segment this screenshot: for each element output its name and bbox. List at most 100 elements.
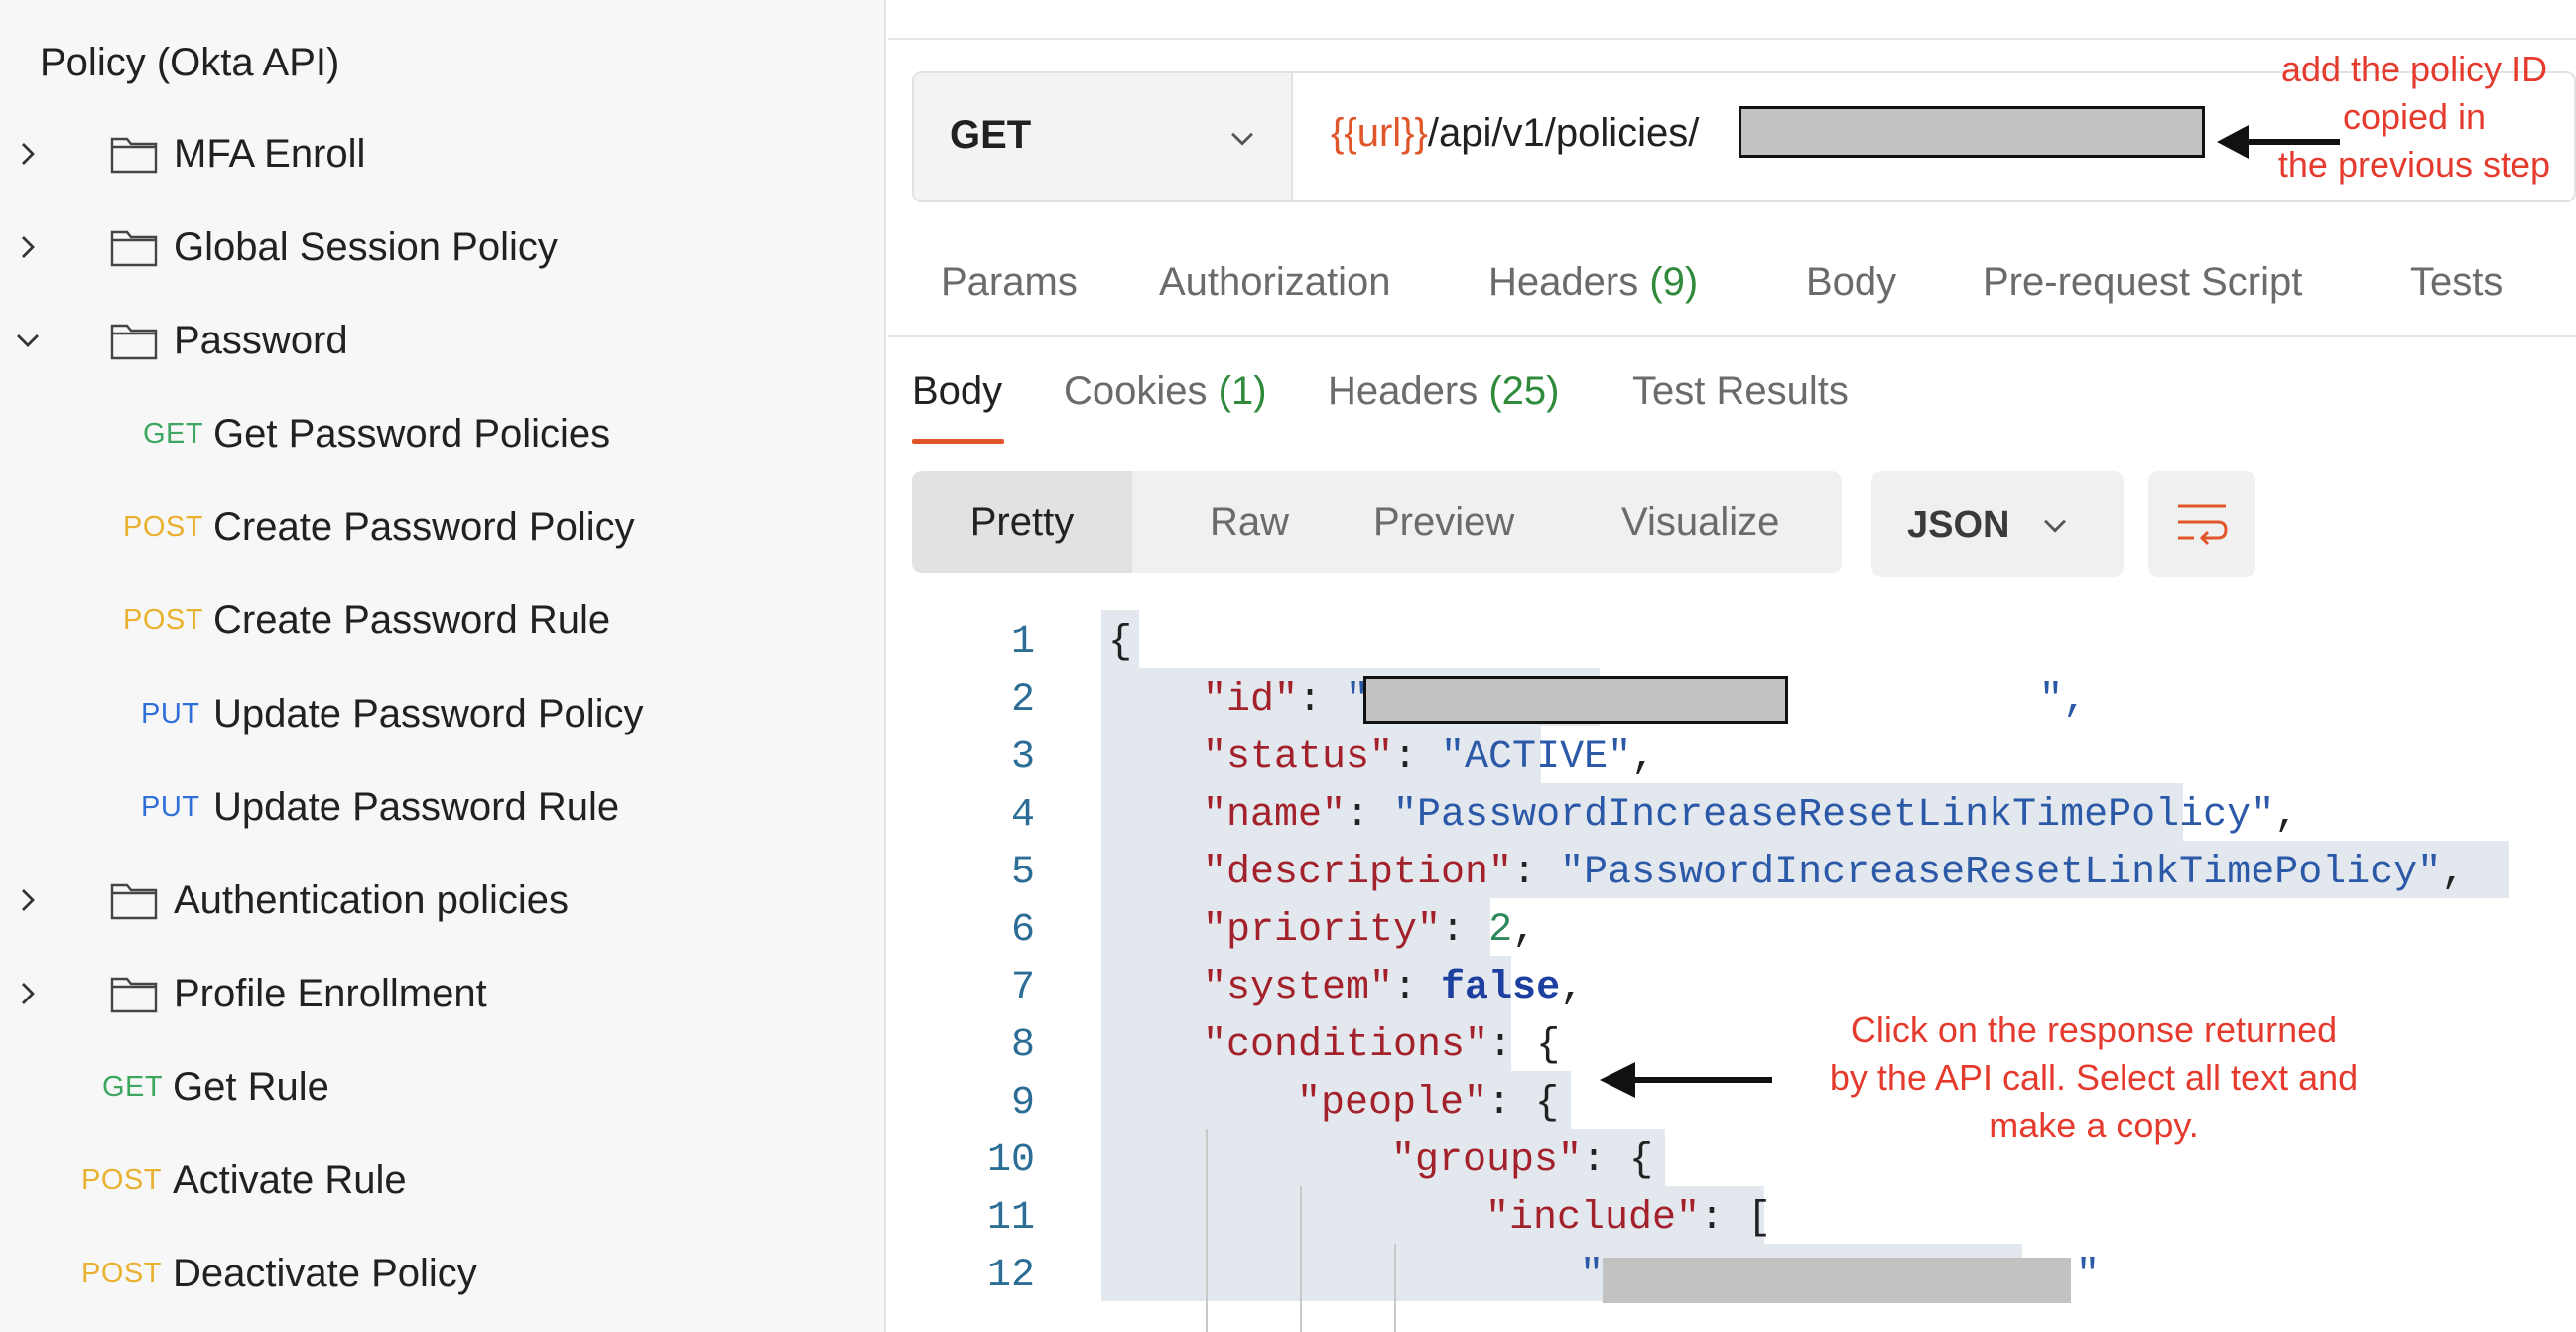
tab-tests[interactable]: Tests <box>2410 260 2503 305</box>
active-tab-indicator <box>912 439 1004 444</box>
annotation-line: by the API call. Select all text and <box>1829 1057 2359 1098</box>
json-key: "include" <box>1485 1196 1701 1241</box>
collection-sidebar: Policy (Okta API) MFA Enroll Global Sess… <box>0 0 886 1332</box>
line-number: 6 <box>1010 908 1035 953</box>
tab-count: (1) <box>1218 369 1267 413</box>
chevron-right-icon[interactable] <box>8 134 48 174</box>
url-input[interactable]: {{url}}/api/v1/policies/ <box>1331 111 1699 156</box>
chevron-down-icon[interactable] <box>8 321 48 360</box>
json-key: "name" <box>1203 793 1347 838</box>
collection-row[interactable]: Policy (Okta API) <box>0 18 884 107</box>
annotation-line: make a copy. <box>1989 1105 2199 1145</box>
code-line: "status": "ACTIVE", <box>1203 735 1655 780</box>
code-line-tail: " <box>2076 1254 2100 1298</box>
json-brace: { <box>1108 620 1133 665</box>
tab-count: (25) <box>1488 369 1560 413</box>
view-raw-button[interactable]: Raw <box>1210 471 1289 573</box>
json-key: "system" <box>1203 966 1394 1010</box>
sidebar-folder-password[interactable]: Password <box>0 296 884 385</box>
folder-icon <box>109 320 159 361</box>
json-string: ", <box>2039 678 2088 723</box>
json-key: "description" <box>1203 851 1513 895</box>
code-line: "system": false, <box>1203 966 1584 1010</box>
tab-body[interactable]: Body <box>1806 260 1896 305</box>
sidebar-request-get-password-policies[interactable]: GET Get Password Policies <box>0 389 884 478</box>
sidebar-request-update-password-rule[interactable]: PUT Update Password Rule <box>0 762 884 852</box>
json-sep: : <box>1441 908 1489 953</box>
wrap-lines-button[interactable] <box>2148 471 2255 577</box>
tab-label: Headers <box>1488 260 1639 304</box>
sidebar-folder-profile-enrollment[interactable]: Profile Enrollment <box>0 949 884 1038</box>
view-visualize-button[interactable]: Visualize <box>1621 471 1779 573</box>
line-number: 11 <box>986 1196 1035 1241</box>
line-number: 9 <box>1010 1081 1035 1126</box>
format-select-value: JSON <box>1907 504 2010 546</box>
sidebar-item-label: Authentication policies <box>174 877 570 922</box>
sidebar-request-activate-rule[interactable]: POST Activate Rule <box>0 1135 884 1225</box>
tab-response-headers[interactable]: Headers (25) <box>1328 369 1559 414</box>
view-pretty-button[interactable]: Pretty <box>912 471 1132 573</box>
sidebar-folder-authentication-policies[interactable]: Authentication policies <box>0 856 884 945</box>
sidebar-request-get-rule[interactable]: GET Get Rule <box>0 1042 884 1132</box>
method-badge: PUT <box>141 697 200 730</box>
response-tabs: Body Cookies (1) Headers (25) Test Resul… <box>888 369 2576 439</box>
tab-response-body[interactable]: Body <box>912 369 1002 414</box>
json-brace: { <box>1536 1023 1561 1068</box>
annotation-line: the previous step <box>2277 144 2551 185</box>
tab-test-results[interactable]: Test Results <box>1632 369 1849 414</box>
method-badge: POST <box>123 603 203 636</box>
sidebar-request-update-password-policy[interactable]: PUT Update Password Policy <box>0 669 884 758</box>
sidebar-folder-global-session-policy[interactable]: Global Session Policy <box>0 202 884 292</box>
sidebar-item-label: Activate Rule <box>173 1157 407 1202</box>
tab-pre-request-script[interactable]: Pre-request Script <box>1983 260 2302 305</box>
tab-headers[interactable]: Headers (9) <box>1488 260 1698 305</box>
json-key: "id" <box>1203 678 1299 723</box>
wrap-lines-icon <box>2178 504 2228 546</box>
folder-icon <box>109 973 159 1014</box>
format-select[interactable]: JSON <box>1871 471 2124 577</box>
sidebar-request-create-password-policy[interactable]: POST Create Password Policy <box>0 482 884 572</box>
redacted-group-id <box>1603 1258 2071 1303</box>
json-boolean: false <box>1441 966 1561 1010</box>
sidebar-folder-mfa-enroll[interactable]: MFA Enroll <box>0 109 884 199</box>
method-select[interactable]: GET <box>914 73 1293 200</box>
sidebar-item-label: Get Rule <box>173 1064 329 1109</box>
sidebar-request-deactivate-policy[interactable]: POST Deactivate Policy <box>0 1229 884 1318</box>
json-string: " <box>1580 1254 1605 1298</box>
method-badge: PUT <box>141 790 200 823</box>
chevron-right-icon[interactable] <box>8 880 48 920</box>
sidebar-item-label: Profile Enrollment <box>174 971 487 1015</box>
json-sep: : <box>1488 1023 1537 1068</box>
method-select-value: GET <box>950 113 1032 157</box>
indent-guide <box>1394 1244 1396 1332</box>
method-badge: POST <box>81 1257 162 1289</box>
json-comma: , <box>2274 793 2299 838</box>
annotation-line: Click on the response returned <box>1850 1009 2338 1050</box>
json-comma: , <box>2441 851 2466 895</box>
json-key: "conditions" <box>1203 1023 1489 1068</box>
tab-cookies[interactable]: Cookies (1) <box>1064 369 1267 414</box>
view-preview-button[interactable]: Preview <box>1373 471 1514 573</box>
response-body-editor[interactable]: 1 2 3 4 5 6 7 8 9 10 11 12 { "id": " ", … <box>888 610 2576 1332</box>
method-badge: GET <box>143 417 204 450</box>
annotation-copy-response: Click on the response returned by the AP… <box>1766 1006 2421 1149</box>
folder-icon <box>109 133 159 175</box>
sidebar-request-create-password-rule[interactable]: POST Create Password Rule <box>0 576 884 665</box>
collection-title: Policy (Okta API) <box>40 40 340 84</box>
tab-authorization[interactable]: Authorization <box>1159 260 1390 305</box>
json-string: "ACTIVE" <box>1441 735 1632 780</box>
line-number: 3 <box>1010 735 1035 780</box>
chevron-right-icon[interactable] <box>8 227 48 267</box>
indent-guide <box>1206 1129 1208 1332</box>
code-line: "priority": 2, <box>1203 908 1536 953</box>
annotation-policy-id: add the policy ID copied in the previous… <box>2251 46 2576 189</box>
sidebar-item-label: Get Password Policies <box>213 411 611 456</box>
json-key: "groups" <box>1391 1138 1583 1183</box>
code-line: "include": [ <box>1485 1196 1771 1241</box>
code-line: " <box>1580 1254 1604 1298</box>
json-string: "PasswordIncreaseResetLinkTimePolicy" <box>1393 793 2275 838</box>
view-mode-toggle: Pretty Raw Preview Visualize <box>912 471 1842 573</box>
chevron-right-icon[interactable] <box>8 974 48 1013</box>
json-sep: : <box>1346 793 1394 838</box>
tab-params[interactable]: Params <box>941 260 1078 305</box>
